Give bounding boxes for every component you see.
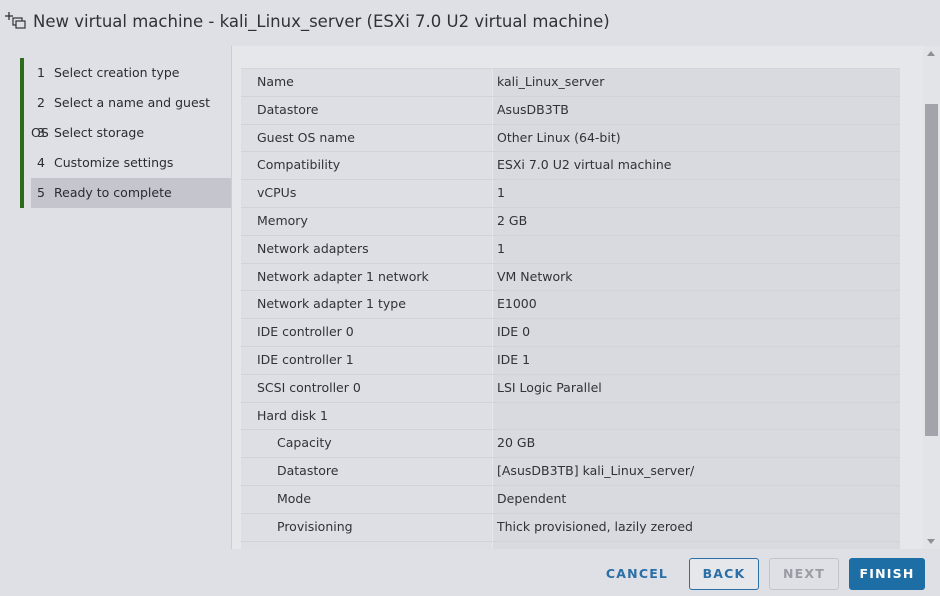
property-name: IDE controller 1 [241, 346, 492, 374]
property-name: Mode [241, 485, 492, 513]
table-row: Datastore [AsusDB3TB] kali_Linux_server/ [241, 458, 900, 486]
table-row: Memory 2 GB [241, 207, 900, 236]
property-name: IDE controller 0 [241, 319, 492, 346]
property-value: [AsusDB3TB] kali_Linux_server/ [493, 458, 900, 485]
cancel-button[interactable]: CANCEL [596, 558, 678, 590]
table-row: vCPUs 1 [241, 180, 900, 208]
table-row: Guest OS name Other Linux (64-bit) [241, 124, 900, 153]
new-vm-icon [4, 10, 26, 32]
next-button[interactable]: NEXT [769, 558, 839, 590]
property-value: IDE 0 [493, 319, 900, 346]
step-select-creation-type[interactable]: 1 Select creation type [31, 58, 231, 88]
property-name: Hard disk 1 [241, 402, 492, 430]
step-label: Ready to complete [54, 185, 172, 200]
property-value: Thick provisioned, lazily zeroed [493, 513, 900, 541]
table-row: IDE controller 0 IDE 0 [241, 319, 900, 347]
table-row: Network adapter 1 network VM Network [241, 263, 900, 292]
back-button[interactable]: BACK [689, 558, 759, 590]
property-value [493, 402, 900, 430]
scroll-up-arrow-icon[interactable] [927, 51, 935, 56]
table-row [241, 541, 900, 549]
table-row: Hard disk 1 [241, 402, 900, 431]
scrollbar-thumb[interactable] [925, 104, 938, 436]
property-value: IDE 1 [493, 346, 900, 374]
property-name: Network adapter 1 network [241, 263, 492, 291]
table-row: Datastore AsusDB3TB [241, 96, 900, 125]
property-value: kali_Linux_server [493, 69, 900, 96]
step-number: 3 [37, 125, 45, 140]
step-label: Select storage [54, 125, 145, 140]
table-row: Compatibility ESXi 7.0 U2 virtual machine [241, 152, 900, 181]
property-name: vCPUs [241, 180, 492, 207]
property-value: 1 [493, 180, 900, 207]
step-label: Customize settings [54, 155, 174, 170]
step-progress-bar [20, 58, 24, 208]
step-customize-settings[interactable]: 4 Customize settings [31, 148, 231, 178]
property-value: Dependent [493, 485, 900, 513]
property-name: SCSI controller 0 [241, 374, 492, 402]
property-value: E1000 [493, 291, 900, 319]
step-ready-to-complete[interactable]: 5 Ready to complete [31, 178, 231, 208]
step-number: 5 [37, 185, 45, 200]
property-value: 2 GB [493, 207, 900, 235]
summary-panel: Name kali_Linux_server Datastore AsusDB3TB… [232, 46, 923, 549]
dialog-footer: CANCEL BACK NEXT FINISH [0, 549, 940, 596]
property-value [493, 541, 900, 549]
scroll-down-arrow-icon[interactable] [927, 539, 935, 544]
property-name: Guest OS name [241, 124, 492, 152]
step-number: 4 [37, 155, 45, 170]
property-name: Memory [241, 207, 492, 235]
table-row: Network adapter 1 type E1000 [241, 291, 900, 320]
property-name: Provisioning [241, 513, 492, 541]
step-select-storage[interactable]: 3 Select storage [31, 118, 231, 148]
property-value: ESXi 7.0 U2 virtual machine [493, 152, 900, 180]
property-value: LSI Logic Parallel [493, 374, 900, 402]
vertical-scrollbar[interactable] [923, 46, 940, 549]
step-number: 2 [37, 95, 45, 110]
property-name: Network adapters [241, 235, 492, 263]
table-row: Capacity 20 GB [241, 430, 900, 459]
property-name: Datastore [241, 96, 492, 124]
table-row: IDE controller 1 IDE 1 [241, 346, 900, 375]
property-value: 20 GB [493, 430, 900, 458]
table-row: Name kali_Linux_server [241, 69, 900, 97]
finish-button[interactable]: FINISH [849, 558, 925, 590]
step-label: Select creation type [54, 65, 180, 80]
step-select-name-guest-os[interactable]: 2 Select a name and guest OS [31, 88, 231, 140]
summary-table: Name kali_Linux_server Datastore AsusDB3TB… [241, 68, 900, 549]
table-row: SCSI controller 0 LSI Logic Parallel [241, 374, 900, 403]
property-name: Network adapter 1 type [241, 291, 492, 319]
property-value: VM Network [493, 263, 900, 291]
table-row: Provisioning Thick provisioned, lazily ze… [241, 513, 900, 542]
property-value: AsusDB3TB [493, 96, 900, 124]
property-value: 1 [493, 235, 900, 263]
table-row: Network adapters 1 [241, 235, 900, 264]
property-name: Name [241, 69, 492, 96]
property-name: Capacity [241, 430, 492, 458]
table-row: Mode Dependent [241, 485, 900, 514]
property-name [241, 541, 492, 549]
step-number: 1 [37, 65, 45, 80]
property-value: Other Linux (64-bit) [493, 124, 900, 152]
property-name: Compatibility [241, 152, 492, 180]
property-name: Datastore [241, 458, 492, 485]
dialog-titlebar: New virtual machine - kali_Linux_server … [0, 0, 940, 46]
dialog-title: New virtual machine - kali_Linux_server … [33, 12, 610, 31]
